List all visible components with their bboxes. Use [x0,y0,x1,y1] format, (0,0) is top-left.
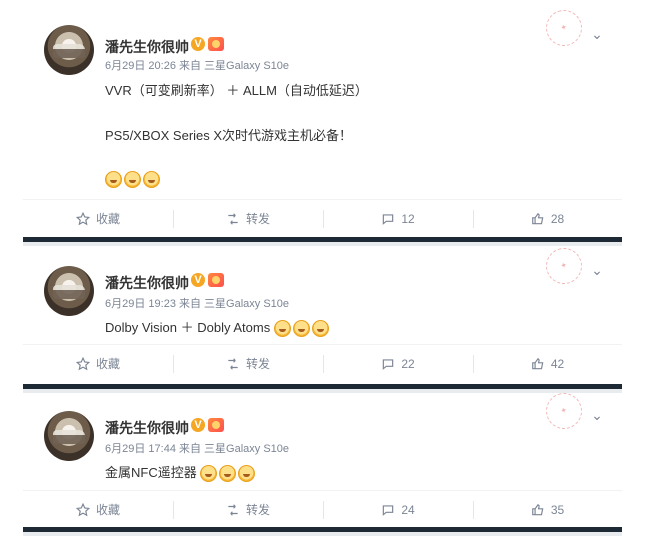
author-avatar[interactable] [44,411,94,461]
smile-emoji-icon [143,171,160,189]
thumbs-up-icon [531,503,544,515]
post-separator [23,384,622,393]
post-text-line: Dolby Vision ＋ Dobly Atoms [105,317,331,338]
post-card: 潘先生你很帅 V 6月29日 20:26 来自 三星Galaxy S10e VV… [23,0,622,237]
favorite-button[interactable]: 收藏 [23,200,173,237]
comment-button[interactable]: 24 [323,491,473,528]
repost-icon [228,357,238,370]
smile-emoji-icon [292,320,310,338]
favorite-button[interactable]: 收藏 [23,345,173,382]
verified-v-badge: V [191,273,205,287]
repost-label: 转发 [245,503,270,517]
level-badge-icon [208,273,224,287]
author-name[interactable]: 潘先生你很帅 [105,273,189,293]
favorite-button[interactable]: 收藏 [23,491,173,528]
post-actions: 收藏 转发 22 42 [23,344,622,382]
level-badge-icon [208,418,224,432]
smile-emoji-icon [124,171,141,189]
comment-icon [383,358,394,370]
level-badge-icon [208,37,224,51]
like-button[interactable]: 35 [473,491,622,528]
like-count: 42 [550,356,565,371]
author-avatar[interactable] [44,266,94,316]
verified-v-badge: V [191,418,205,432]
watermark-stamp: ✦ [541,388,587,434]
repost-button[interactable]: 转发 [173,200,323,237]
smile-emoji-icon [311,320,329,338]
chevron-down-icon[interactable]: ⌄ [588,26,606,44]
smile-emoji-icon [200,465,218,483]
comment-icon [383,504,394,516]
post-actions: 收藏 转发 24 35 [23,490,622,528]
verified-v-badge: V [191,37,205,51]
comment-count: 12 [401,211,415,226]
post-card: 潘先生你很帅 V 6月29日 17:44 来自 三星Galaxy S10e 金属… [23,388,622,528]
post-meta: 6月29日 19:23 来自 三星Galaxy S10e [105,298,290,310]
repost-button[interactable]: 转发 [173,345,323,382]
repost-icon [228,503,238,516]
favorite-label: 收藏 [95,212,120,226]
post-text-line: PS5/XBOX Series X次时代游戏主机必备！ [105,128,353,143]
post-text-line: VVR（可变刷新率） ＋ ALLM（自动低延迟） [105,83,368,98]
post-text: Dolby Vision ＋ Dobly Atoms [105,320,271,335]
chevron-down-icon[interactable]: ⌄ [588,262,606,280]
post-card: 潘先生你很帅 V 6月29日 19:23 来自 三星Galaxy S10e Do… [23,243,622,384]
avatar-image [53,285,85,299]
chevron-down-icon[interactable]: ⌄ [588,407,606,425]
watermark-stamp: ✦ [541,5,587,51]
post-separator [23,527,622,536]
comment-icon [383,213,394,225]
post-meta: 6月29日 20:26 来自 三星Galaxy S10e [105,60,290,72]
comment-button[interactable]: 22 [323,345,473,382]
post-actions: 收藏 转发 12 28 [23,199,622,237]
like-button[interactable]: 42 [473,345,622,382]
like-button[interactable]: 28 [473,200,622,237]
thumbs-up-icon [531,212,544,224]
post-text-line: 金属NFC遥控器 [105,462,257,483]
comment-button[interactable]: 12 [323,200,473,237]
thumbs-up-icon [531,357,544,369]
favorite-label: 收藏 [95,503,120,517]
smile-emoji-icon [273,320,291,338]
smile-emoji-icon [105,171,122,189]
avatar-image [53,44,85,58]
post-meta: 6月29日 17:44 来自 三星Galaxy S10e [105,443,290,455]
author-name[interactable]: 潘先生你很帅 [105,418,189,438]
repost-button[interactable]: 转发 [173,491,323,528]
star-outline-icon [75,211,90,225]
avatar-image [53,430,85,444]
repost-icon [228,212,238,225]
like-count: 35 [550,502,565,517]
comment-count: 24 [401,502,415,517]
post-text: 金属NFC遥控器 [105,465,197,480]
author-name[interactable]: 潘先生你很帅 [105,37,189,57]
star-outline-icon [75,356,90,370]
repost-label: 转发 [245,212,270,226]
weibo-feed: 潘先生你很帅 V 6月29日 20:26 来自 三星Galaxy S10e VV… [23,0,622,540]
post-separator [23,237,622,246]
emoji-row [105,171,162,189]
favorite-label: 收藏 [95,357,120,371]
smile-emoji-icon [219,465,237,483]
author-avatar[interactable] [44,25,94,75]
like-count: 28 [550,211,565,226]
star-outline-icon [75,502,90,516]
watermark-stamp: ✦ [541,243,587,289]
page-left-margin [0,0,23,540]
repost-label: 转发 [245,357,270,371]
smile-emoji-icon [238,465,256,483]
comment-count: 22 [401,356,415,371]
